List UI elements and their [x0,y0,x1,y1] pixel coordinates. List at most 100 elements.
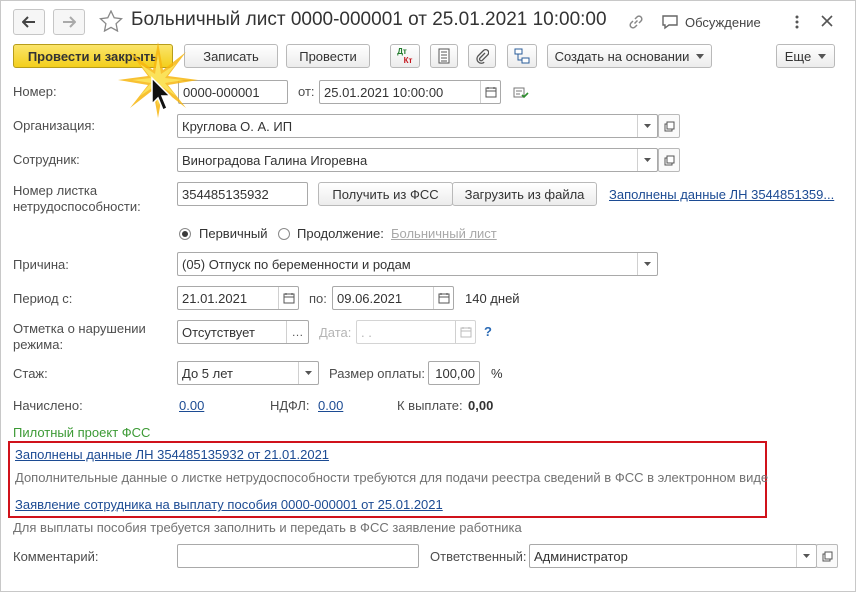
period-from-field[interactable]: 21.01.2021 [177,286,299,310]
calendar-button[interactable] [480,81,500,103]
document-check-icon[interactable] [513,86,529,100]
discussion-label: Обсуждение [685,14,761,30]
load-from-file-button[interactable]: Загрузить из файла [452,182,597,206]
filled-ln-link[interactable]: Заполнены данные ЛН 354485135932 от 21.0… [15,447,329,462]
payout-label: К выплате: [397,398,463,413]
click-highlight-icon [118,42,198,118]
attach-button[interactable] [468,44,496,68]
more-vertical-icon[interactable] [793,14,801,30]
days-count: 140 дней [465,291,520,306]
experience-field[interactable]: До 5 лет [177,361,319,385]
violation-label-line2: режима: [13,337,64,352]
period-to-field[interactable]: 09.06.2021 [332,286,454,310]
calendar-icon [283,293,294,304]
dropdown-arrow-icon [644,124,651,128]
responsible-dropdown-button[interactable] [796,545,816,567]
create-based-on-button[interactable]: Создать на основании [547,44,712,68]
experience-value: До 5 лет [182,365,233,381]
violation-date-label: Дата: [319,325,352,340]
help-icon[interactable]: ? [484,324,492,339]
violation-date-calendar-button[interactable] [455,321,475,343]
ndfl-value-link[interactable]: 0.00 [318,398,343,413]
employee-field[interactable]: Виноградова Галина Игоревна [177,148,658,172]
chat-icon [662,15,678,30]
date-field[interactable]: 25.01.2021 10:00:00 [319,80,501,104]
get-from-fss-button[interactable]: Получить из ФСС [318,182,453,206]
responsible-open-button[interactable] [816,544,838,568]
period-from-calendar-button[interactable] [278,287,298,309]
ellipsis-icon: … [291,325,304,339]
period-to-label: по: [309,291,327,306]
payment-note-text: Для выплаты пособия требуется заполнить … [13,520,522,535]
payout-value: 0,00 [468,398,494,413]
comment-label: Комментарий: [13,549,99,564]
reason-label: Причина: [13,257,69,272]
filled-data-link[interactable]: Заполнены данные ЛН 3544851359... [609,187,834,202]
accrued-value-link[interactable]: 0.00 [179,398,204,413]
continuation-radio[interactable] [278,228,290,240]
experience-dropdown-button[interactable] [298,362,318,384]
experience-label: Стаж: [13,366,48,381]
hierarchy-icon [514,48,530,64]
forward-button[interactable] [53,9,85,35]
period-to-calendar-button[interactable] [433,287,453,309]
period-label: Период с: [13,291,73,306]
dropdown-arrow-icon [644,262,651,266]
pay-size-field[interactable]: 100,00 [428,361,480,385]
close-icon[interactable] [821,15,833,27]
arrow-left-icon [22,16,35,28]
print-button[interactable] [430,44,458,68]
percent-sign: % [491,366,503,381]
dropdown-arrow-icon [305,371,312,375]
comment-field[interactable] [177,544,419,568]
primary-radio-label: Первичный [199,226,268,241]
dropdown-arrow-icon [818,53,827,59]
star-favorite-icon[interactable] [99,10,123,32]
pilot-project-label: Пилотный проект ФСС [13,425,151,440]
sheet-number-field[interactable]: 354485135932 [177,182,308,206]
organization-dropdown-button[interactable] [637,115,657,137]
organization-open-button[interactable] [658,114,680,138]
violation-date-field[interactable]: . . [356,320,476,344]
calendar-icon [485,87,496,98]
pay-size-label: Размер оплаты: [329,366,426,381]
employee-open-button[interactable] [658,148,680,172]
calendar-icon [460,327,471,338]
document-list-icon [438,48,450,64]
organization-label: Организация: [13,118,96,133]
responsible-field[interactable]: Администратор [529,544,817,568]
post-button[interactable]: Провести [286,44,370,68]
responsible-label: Ответственный: [430,549,527,564]
violation-label-line1: Отметка о нарушении [13,321,146,336]
date-value: 25.01.2021 10:00:00 [324,84,444,100]
page-title: Больничный лист 0000-000001 от 25.01.202… [131,9,607,30]
reason-field[interactable]: (05) Отпуск по беременности и родам [177,252,658,276]
back-button[interactable] [13,9,45,35]
reason-value: (05) Отпуск по беременности и родам [182,256,411,272]
dropdown-arrow-icon [696,53,705,59]
arrow-right-icon [63,16,76,28]
responsible-value: Администратор [534,548,628,564]
violation-select-button[interactable]: … [286,321,308,343]
dt-label: Дт [397,47,407,56]
employee-label: Сотрудник: [13,152,80,167]
reason-dropdown-button[interactable] [637,253,657,275]
employee-value: Виноградова Галина Игоревна [182,152,368,168]
sheet-number-label-line2: нетрудоспособности: [13,199,141,214]
violation-value: Отсутствует [182,324,255,340]
employee-dropdown-button[interactable] [637,149,657,171]
employee-application-link[interactable]: Заявление сотрудника на выплату пособия … [15,497,443,512]
structure-button[interactable] [507,44,537,68]
violation-field[interactable]: Отсутствует … [177,320,309,344]
sick-list-link[interactable]: Больничный лист [391,226,497,241]
link-icon[interactable] [627,13,645,31]
organization-field[interactable]: Круглова О. А. ИП [177,114,658,138]
dt-kt-button[interactable]: Дт Кт [390,44,420,68]
more-label: Еще [784,48,812,64]
more-button[interactable]: Еще [776,44,835,68]
accrued-label: Начислено: [13,398,83,413]
discussion-button[interactable]: Обсуждение [661,11,761,33]
date-from-label: от: [298,84,315,99]
primary-radio[interactable] [179,228,191,240]
open-window-icon [664,121,674,131]
